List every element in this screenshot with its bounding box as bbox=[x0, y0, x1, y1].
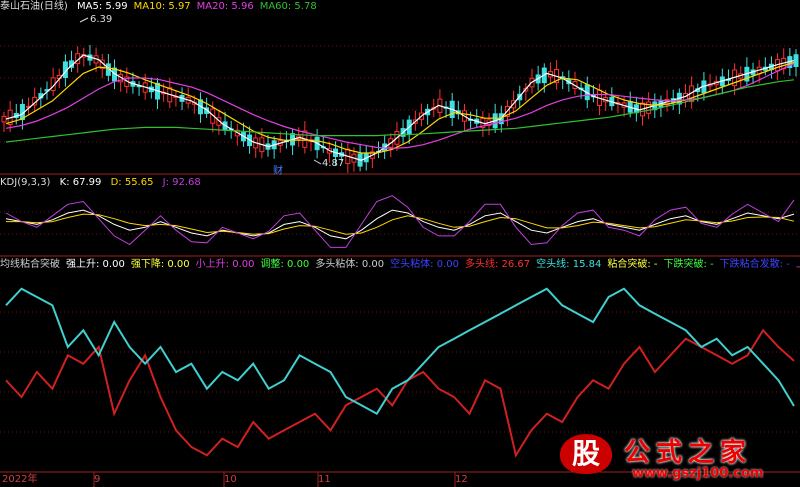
candle bbox=[388, 133, 394, 158]
x-label-2022: 2022年 bbox=[2, 474, 38, 485]
candle bbox=[744, 57, 750, 86]
candle bbox=[658, 95, 664, 117]
stock-chart-canvas[interactable] bbox=[0, 0, 800, 487]
candle bbox=[369, 145, 375, 168]
candle bbox=[81, 47, 87, 67]
candle bbox=[646, 92, 652, 120]
ma-line-ma5 bbox=[5, 54, 795, 161]
high-price-label: 6.39 bbox=[90, 14, 113, 25]
candle bbox=[204, 97, 210, 119]
candle bbox=[523, 83, 529, 101]
candle bbox=[725, 69, 731, 86]
candle bbox=[253, 132, 259, 158]
short-line bbox=[5, 287, 795, 416]
candle bbox=[560, 71, 566, 90]
candle bbox=[572, 71, 578, 95]
candle bbox=[793, 49, 799, 77]
candle bbox=[357, 143, 363, 172]
candle bbox=[290, 128, 296, 156]
candle bbox=[308, 134, 314, 152]
kdj-lines bbox=[5, 195, 795, 248]
x-label-dec: 12 bbox=[455, 474, 468, 485]
candle bbox=[50, 67, 56, 96]
candle bbox=[136, 81, 142, 96]
grid-lines bbox=[0, 45, 800, 487]
candle bbox=[554, 60, 560, 90]
candle bbox=[738, 66, 744, 88]
watermark-url: www.gszj100.com bbox=[632, 466, 764, 481]
candle bbox=[376, 141, 382, 159]
candle bbox=[609, 87, 615, 111]
candle bbox=[216, 110, 222, 135]
ma-line-ma60 bbox=[5, 79, 795, 143]
x-label-nov: 11 bbox=[318, 474, 331, 485]
ma-lines bbox=[5, 54, 795, 161]
kdj-line-d bbox=[6, 213, 795, 235]
candle bbox=[713, 75, 719, 95]
candle bbox=[173, 90, 179, 107]
candle bbox=[302, 121, 308, 154]
low-price-label: 4.87 bbox=[322, 158, 345, 169]
candle bbox=[99, 53, 105, 79]
candle bbox=[32, 87, 38, 112]
candle bbox=[277, 131, 283, 153]
low-marker-line bbox=[313, 159, 322, 165]
candle bbox=[271, 136, 277, 159]
high-marker-line bbox=[79, 17, 89, 23]
watermark-logo: 股 bbox=[560, 434, 612, 474]
candle bbox=[69, 50, 75, 72]
x-label-sep: 9 bbox=[94, 474, 101, 485]
candle bbox=[474, 109, 480, 128]
candle bbox=[320, 136, 326, 153]
candle bbox=[234, 124, 240, 146]
candle bbox=[437, 89, 443, 119]
candle bbox=[154, 78, 160, 110]
candle bbox=[1, 111, 7, 132]
candle bbox=[185, 87, 191, 109]
candle bbox=[781, 48, 787, 75]
ma-line-ma10 bbox=[5, 61, 795, 154]
watermark: 股 公式之家 www.gszj100.com bbox=[560, 432, 800, 487]
candle bbox=[750, 62, 756, 85]
x-label-oct: 10 bbox=[224, 474, 237, 485]
candle bbox=[425, 104, 431, 125]
candle bbox=[547, 62, 553, 85]
watermark-title: 公式之家 bbox=[624, 438, 753, 468]
indicator-lines bbox=[5, 287, 795, 458]
candle bbox=[87, 44, 93, 66]
event-marker[interactable]: 财 bbox=[273, 162, 283, 177]
candle bbox=[707, 74, 713, 93]
candlesticks bbox=[1, 44, 799, 173]
